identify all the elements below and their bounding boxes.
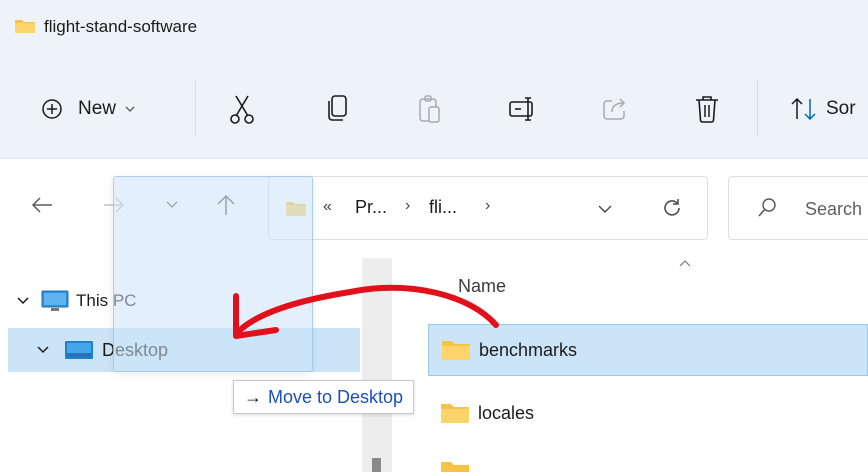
sort-label: Sor <box>826 98 856 119</box>
folder-icon <box>441 462 469 472</box>
breadcrumb-separator: › <box>485 197 491 214</box>
search-placeholder: Search <box>805 199 863 219</box>
paste-button[interactable] <box>417 93 443 125</box>
window-title: flight-stand-software <box>44 17 198 36</box>
share-icon <box>603 98 626 120</box>
new-button[interactable]: New <box>40 93 136 125</box>
desktop-icon <box>65 341 93 359</box>
folder-icon <box>15 20 35 33</box>
scrollbar-thumb[interactable] <box>372 458 381 472</box>
sort-button[interactable]: Sor <box>790 93 856 125</box>
search-icon <box>758 198 776 217</box>
rename-icon <box>509 97 533 121</box>
address-bar[interactable]: « Pr... › fli... › <box>268 176 708 240</box>
circle-plus-icon <box>42 99 62 119</box>
file-row-partial[interactable] <box>428 458 868 472</box>
cut-icon <box>230 95 254 124</box>
chevron-down-icon[interactable] <box>597 203 613 215</box>
folder-icon <box>441 404 469 423</box>
file-name: locales <box>478 402 535 423</box>
breadcrumb-separator: › <box>405 197 411 214</box>
search-box[interactable]: Search <box>728 176 868 240</box>
breadcrumb-item[interactable]: fli... <box>429 197 457 218</box>
monitor-icon <box>41 290 69 311</box>
new-label: New <box>78 98 117 119</box>
toolbar-separator <box>195 80 196 136</box>
breadcrumb-overflow[interactable]: « <box>323 198 332 216</box>
refresh-icon[interactable] <box>661 197 683 219</box>
sort-icon <box>791 97 816 121</box>
paste-icon <box>419 95 440 123</box>
column-header-name[interactable]: Name <box>458 276 506 297</box>
chevron-down-icon <box>125 106 135 112</box>
delete-button[interactable] <box>694 93 720 125</box>
file-row-benchmarks[interactable]: benchmarks <box>428 324 868 376</box>
share-button[interactable] <box>602 93 628 125</box>
file-row-locales[interactable]: locales <box>428 387 868 439</box>
cut-button[interactable] <box>228 93 256 125</box>
sidebar-scrollbar[interactable] <box>362 258 392 472</box>
arrow-left-icon <box>31 197 52 213</box>
rename-button[interactable] <box>508 93 538 125</box>
breadcrumb-item[interactable]: Pr... <box>355 197 387 218</box>
copy-button[interactable] <box>326 93 350 125</box>
chevron-down-icon[interactable] <box>36 345 50 355</box>
file-name: benchmarks <box>479 339 578 360</box>
drag-preview <box>113 176 313 372</box>
copy-icon <box>328 95 347 121</box>
delete-icon <box>696 96 718 123</box>
folder-icon <box>442 341 470 360</box>
drag-tooltip-text: Move to Desktop <box>268 386 404 407</box>
drag-tooltip: → Move to Desktop <box>233 380 415 414</box>
sort-ascending-icon[interactable] <box>678 258 692 268</box>
chevron-down-icon[interactable] <box>16 296 30 306</box>
back-button[interactable] <box>30 193 54 217</box>
toolbar-separator <box>757 80 758 136</box>
arrow-right-icon: → <box>244 386 262 407</box>
